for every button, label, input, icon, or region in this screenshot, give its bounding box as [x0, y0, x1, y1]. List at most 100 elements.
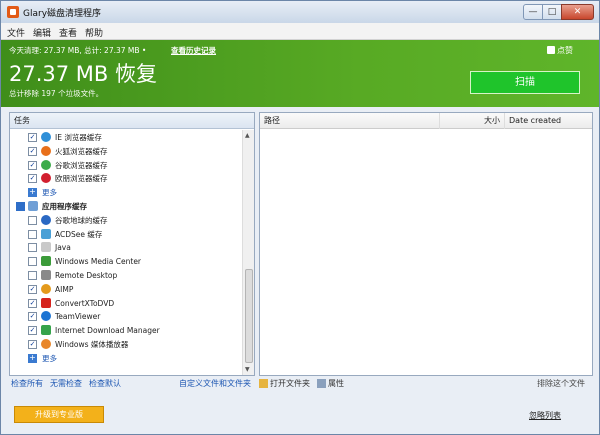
history-link[interactable]: 查看历史记录	[171, 45, 216, 56]
scroll-down-icon[interactable]: ▼	[245, 366, 250, 373]
task-scrollbar[interactable]: ▲ ▼	[242, 130, 254, 375]
tree-item[interactable]: ✓ 欧朋浏览器缓存	[10, 172, 242, 185]
tree-item[interactable]: ✓ AIMP	[10, 283, 242, 296]
item-checkbox[interactable]	[28, 243, 37, 253]
tree-item[interactable]: ✓ TeamViewer	[10, 310, 242, 323]
item-label: 欧朋浏览器缓存	[55, 174, 108, 184]
custom-files-link[interactable]: 自定义文件和文件夹	[179, 378, 251, 389]
column-date-created[interactable]: Date created	[505, 113, 592, 129]
window-title: Glary磁盘清理程序	[23, 9, 102, 19]
item-checkbox[interactable]	[28, 215, 37, 225]
tree-more-link[interactable]: + 更多	[10, 186, 242, 199]
menu-help[interactable]: 帮助	[85, 26, 103, 39]
upgrade-button[interactable]: 升级到专业版	[14, 406, 104, 423]
thumbs-up-icon	[547, 46, 555, 54]
item-label: 谷歌地球的缓存	[55, 215, 108, 225]
item-label: 火狐浏览器缓存	[55, 146, 108, 156]
item-checkbox[interactable]: ✓	[28, 174, 37, 184]
item-checkbox[interactable]: ✓	[28, 160, 37, 170]
tree-item[interactable]: ✓ Windows 媒体播放器	[10, 338, 242, 351]
menu-file[interactable]: 文件	[7, 26, 25, 39]
file-list-panel: 路径 大小 Date created	[259, 112, 593, 376]
ignore-file-button[interactable]: 排除这个文件	[537, 378, 585, 389]
tree-item[interactable]: 谷歌地球的缓存	[10, 214, 242, 227]
item-label: TeamViewer	[55, 312, 101, 322]
uncheck-link[interactable]: 无需检查	[50, 378, 82, 389]
tree-item[interactable]: ✓ Internet Download Manager	[10, 324, 242, 337]
item-label: ConvertXToDVD	[55, 298, 115, 308]
menu-view[interactable]: 查看	[59, 26, 77, 39]
tree-item[interactable]: ✓ 火狐浏览器缓存	[10, 145, 242, 158]
aimp-icon	[41, 283, 51, 294]
maximize-button[interactable]: □	[542, 4, 562, 20]
app-window: Glary磁盘清理程序 — □ ✕ 文件 编辑 查看 帮助 今天清理: 27.3…	[0, 0, 600, 435]
tree-item[interactable]: Java	[10, 241, 242, 254]
item-label: Windows Media Center	[55, 257, 142, 267]
firefox-icon	[41, 145, 51, 156]
item-checkbox[interactable]: ✓	[28, 284, 37, 294]
more-label[interactable]: 更多	[42, 352, 57, 365]
expand-more-icon[interactable]: +	[28, 353, 37, 363]
recovered-size: 27.37 MB 恢复	[9, 62, 157, 86]
today-summary: 今天清理: 27.37 MB, 总计: 27.37 MB •	[9, 46, 147, 55]
properties-button[interactable]: 属性	[328, 378, 344, 389]
item-checkbox[interactable]: ✓	[28, 298, 37, 308]
app-icon	[7, 6, 19, 18]
close-button[interactable]: ✕	[561, 4, 594, 20]
item-label: Windows 媒体播放器	[55, 340, 129, 349]
column-size[interactable]: 大小	[440, 113, 505, 129]
check-default-link[interactable]: 检查默认	[89, 378, 121, 389]
item-label: Java	[55, 243, 71, 253]
acdsee-icon	[41, 228, 51, 239]
ignore-list-link[interactable]: 忽略列表	[529, 410, 561, 421]
item-checkbox[interactable]	[28, 271, 37, 280]
chrome-icon	[41, 159, 51, 170]
open-folder-button[interactable]: 打开文件夹	[270, 378, 310, 389]
tree-group-app-cache[interactable]: 应用程序缓存	[10, 200, 242, 213]
task-panel: 任务 ✓ IE 浏览器缓存 ✓ 火狐浏览器缓存 ✓ 谷歌浏览器缓存 ✓ 欧朋浏览器缓存 + 更多应…	[9, 112, 255, 376]
item-checkbox[interactable]	[28, 229, 37, 239]
java-icon	[41, 242, 51, 253]
item-checkbox[interactable]: ✓	[28, 133, 37, 142]
title-bar: Glary磁盘清理程序 — □ ✕	[1, 1, 599, 23]
tree-item[interactable]: ACDSee 缓存	[10, 228, 242, 241]
tree-item[interactable]: ✓ IE 浏览器缓存	[10, 131, 242, 144]
menu-edit[interactable]: 编辑	[33, 26, 51, 39]
remote-desktop-icon	[41, 270, 51, 280]
item-checkbox[interactable]	[28, 257, 37, 267]
item-checkbox[interactable]: ✓	[28, 146, 37, 156]
item-label: Internet Download Manager	[55, 326, 160, 336]
item-checkbox[interactable]: ✓	[28, 312, 37, 322]
tree-more-link[interactable]: + 更多	[10, 352, 242, 365]
column-path[interactable]: 路径	[260, 113, 440, 129]
tree-item[interactable]: Remote Desktop	[10, 269, 242, 282]
expand-more-icon[interactable]: +	[28, 188, 37, 198]
tree-item[interactable]: ✓ ConvertXToDVD	[10, 297, 242, 310]
tree-item[interactable]: Windows Media Center	[10, 255, 242, 268]
app-cache-icon	[28, 201, 38, 211]
file-list-header: 路径 大小 Date created	[260, 113, 592, 129]
item-label: IE 浏览器缓存	[55, 133, 102, 142]
item-checkbox[interactable]: ✓	[28, 340, 37, 349]
item-label: ACDSee 缓存	[55, 229, 103, 239]
scroll-thumb[interactable]	[245, 269, 253, 363]
google-earth-icon	[41, 214, 51, 225]
scroll-up-icon[interactable]: ▲	[245, 132, 250, 139]
item-checkbox[interactable]: ✓	[28, 326, 37, 336]
ie-icon	[41, 132, 51, 142]
tree-item[interactable]: ✓ 谷歌浏览器缓存	[10, 159, 242, 172]
group-label: 应用程序缓存	[42, 202, 87, 211]
menu-bar: 文件 编辑 查看 帮助	[1, 23, 599, 40]
item-label: 谷歌浏览器缓存	[55, 160, 108, 170]
like-button[interactable]: 点赞	[547, 45, 573, 56]
minimize-button[interactable]: —	[523, 4, 543, 20]
item-label: AIMP	[55, 284, 74, 294]
opera-icon	[41, 173, 51, 184]
scan-button[interactable]: 扫描	[470, 71, 580, 94]
check-all-link[interactable]: 检查所有	[11, 378, 43, 389]
more-label[interactable]: 更多	[42, 186, 57, 199]
item-label: Remote Desktop	[55, 271, 118, 280]
group-checkbox[interactable]	[16, 202, 25, 211]
task-header: 任务	[10, 113, 254, 129]
convertxtodvd-icon	[41, 297, 51, 308]
